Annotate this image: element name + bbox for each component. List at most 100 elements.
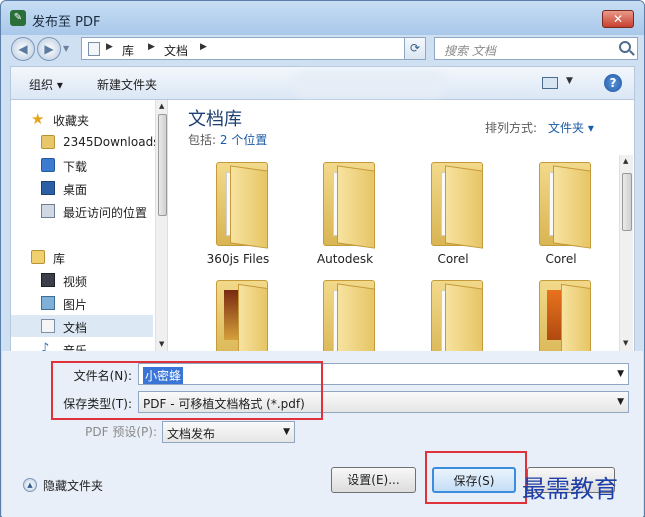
library-breadcrumb-icon: [88, 42, 100, 56]
sidebar-item-videos[interactable]: 视频: [11, 269, 153, 291]
command-toolbar: 组织 ▾ 新建文件夹 ▼ ?: [10, 66, 635, 100]
search-box[interactable]: 搜索 文档: [434, 37, 638, 60]
title-bar: ✎ 发布至 PDF ✕: [1, 1, 644, 35]
change-view-icon[interactable]: [542, 77, 558, 89]
app-icon: ✎: [10, 10, 26, 26]
highlight-box: [425, 451, 527, 504]
new-folder-button[interactable]: 新建文件夹: [97, 76, 157, 93]
sidebar-scroll-thumb[interactable]: [158, 114, 167, 216]
sidebar-item-label: 收藏夹: [53, 114, 90, 128]
desktop-icon: [41, 181, 55, 195]
sidebar-item-music[interactable]: ♪ 音乐: [11, 338, 153, 352]
folder-item[interactable]: Corel: [511, 162, 611, 272]
search-input[interactable]: 搜索 文档: [444, 42, 496, 59]
scroll-up-arrow-icon[interactable]: ▲: [623, 157, 628, 165]
scroll-down-arrow-icon[interactable]: ▼: [623, 339, 628, 347]
save-dialog: ✎ 发布至 PDF ✕ ◀ ▶ ▼ ▶ 库 ▶ 文档 ▶ ⟳ 搜索 文档 组织 …: [0, 0, 645, 517]
folder-icon: [216, 280, 268, 351]
sidebar-item-label: 文档: [63, 321, 88, 335]
collapse-arrow-icon: ▲: [23, 478, 37, 492]
arrange-by-dropdown[interactable]: 文件夹 ▾: [548, 119, 594, 136]
includes-label: 包括:: [188, 133, 217, 147]
preset-select[interactable]: 文档发布 ▼: [162, 421, 295, 443]
sidebar-item-label: 图片: [63, 298, 88, 312]
filename-dropdown-icon[interactable]: ▼: [617, 369, 624, 379]
breadcrumb-separator-icon[interactable]: ▶: [106, 42, 113, 52]
navigation-pane: ★ 收藏夹 2345Downloads 下载 桌面 最近访问的位置 库 视频 图…: [10, 100, 167, 351]
refresh-icon[interactable]: ⟳: [404, 37, 426, 60]
folder-item[interactable]: Corel: [403, 162, 503, 272]
scroll-down-arrow-icon[interactable]: ▼: [159, 340, 164, 348]
close-button[interactable]: ✕: [602, 10, 634, 28]
breadcrumb-item[interactable]: 库: [122, 42, 134, 59]
sidebar-item-label: 音乐: [63, 344, 88, 351]
folder-item[interactable]: [403, 280, 503, 351]
filetype-dropdown-icon[interactable]: ▼: [617, 397, 624, 407]
preset-label: PDF 预设(P):: [85, 425, 157, 439]
help-icon[interactable]: ?: [604, 74, 622, 92]
library-title: 文档库: [188, 109, 242, 130]
sidebar-item-documents[interactable]: 文档: [11, 315, 153, 337]
window-title: 发布至 PDF: [32, 15, 101, 30]
back-button[interactable]: ◀: [11, 37, 35, 61]
folder-name: Corel: [437, 252, 469, 266]
folder-item[interactable]: [511, 280, 611, 351]
address-bar[interactable]: ▶ 库 ▶ 文档 ▶ ⟳: [81, 37, 426, 60]
folder-item[interactable]: [295, 280, 395, 351]
folder-icon: [431, 162, 483, 249]
sidebar-item-downloads[interactable]: 下载: [11, 154, 153, 176]
sidebar-item-pictures[interactable]: 图片: [11, 292, 153, 314]
video-icon: [41, 273, 55, 287]
star-icon: ★: [31, 110, 45, 128]
arrange-by-label: 排列方式:: [485, 121, 538, 135]
preset-dropdown-icon[interactable]: ▼: [283, 427, 290, 437]
folder-icon: [41, 135, 55, 149]
organize-menu[interactable]: 组织 ▾: [29, 76, 63, 93]
blurred-area: [294, 71, 444, 97]
file-list-scroll-thumb[interactable]: [622, 173, 632, 231]
view-options-dropdown-icon[interactable]: ▼: [566, 76, 573, 86]
library-includes: 包括: 2 个位置: [188, 131, 267, 148]
locations-link[interactable]: 2 个位置: [220, 133, 267, 147]
sidebar-item-label: 视频: [63, 275, 88, 289]
folder-name: Corel: [545, 252, 577, 266]
folder-item[interactable]: Autodesk: [295, 162, 395, 272]
navigation-bar: ◀ ▶ ▼ ▶ 库 ▶ 文档 ▶ ⟳ 搜索 文档: [7, 35, 638, 63]
sidebar-item-label: 下载: [63, 160, 88, 174]
breadcrumb-separator-icon[interactable]: ▶: [148, 42, 155, 52]
folder-icon: [431, 280, 483, 351]
folder-icon: [539, 162, 591, 249]
folder-name: 360js Files: [206, 252, 270, 266]
sidebar-scrollbar[interactable]: ▲ ▼: [155, 100, 167, 351]
search-icon[interactable]: [619, 41, 631, 53]
hide-folders-label: 隐藏文件夹: [43, 479, 104, 493]
sidebar-item-recent-places[interactable]: 最近访问的位置: [11, 200, 153, 222]
forward-button[interactable]: ▶: [37, 37, 61, 61]
settings-button[interactable]: 设置(E)...: [331, 467, 416, 493]
sidebar-item-desktop[interactable]: 桌面: [11, 177, 153, 199]
sidebar-item-downloads-2345[interactable]: 2345Downloads: [11, 131, 159, 153]
scroll-up-arrow-icon[interactable]: ▲: [159, 102, 164, 110]
sidebar-item-favorites[interactable]: ★ 收藏夹: [11, 108, 153, 130]
download-folder-icon: [41, 158, 55, 172]
sidebar-item-libraries[interactable]: 库: [11, 246, 153, 268]
file-list-scrollbar[interactable]: ▲ ▼: [619, 155, 633, 351]
folder-item[interactable]: [188, 280, 288, 351]
sidebar-item-label: 最近访问的位置: [63, 206, 148, 220]
sidebar-item-label: 库: [53, 252, 66, 266]
sidebar-item-label: 2345Downloads: [63, 135, 160, 149]
folder-icon: [323, 280, 375, 351]
file-list: 文档库 包括: 2 个位置 排列方式: 文件夹 ▾ 360js Files Au…: [168, 100, 635, 351]
preset-value: 文档发布: [167, 427, 216, 441]
folder-item[interactable]: 360js Files: [188, 162, 288, 272]
highlight-box: [51, 361, 323, 420]
folder-icon: [323, 162, 375, 249]
breadcrumb-separator-icon[interactable]: ▶: [200, 42, 207, 52]
history-dropdown-icon[interactable]: ▼: [63, 44, 69, 53]
folder-name: Autodesk: [316, 252, 374, 266]
breadcrumb-item[interactable]: 文档: [164, 42, 188, 59]
watermark: 最需教育: [522, 475, 618, 503]
pictures-icon: [41, 296, 55, 310]
library-icon: [31, 250, 45, 264]
folder-icon: [216, 162, 268, 249]
